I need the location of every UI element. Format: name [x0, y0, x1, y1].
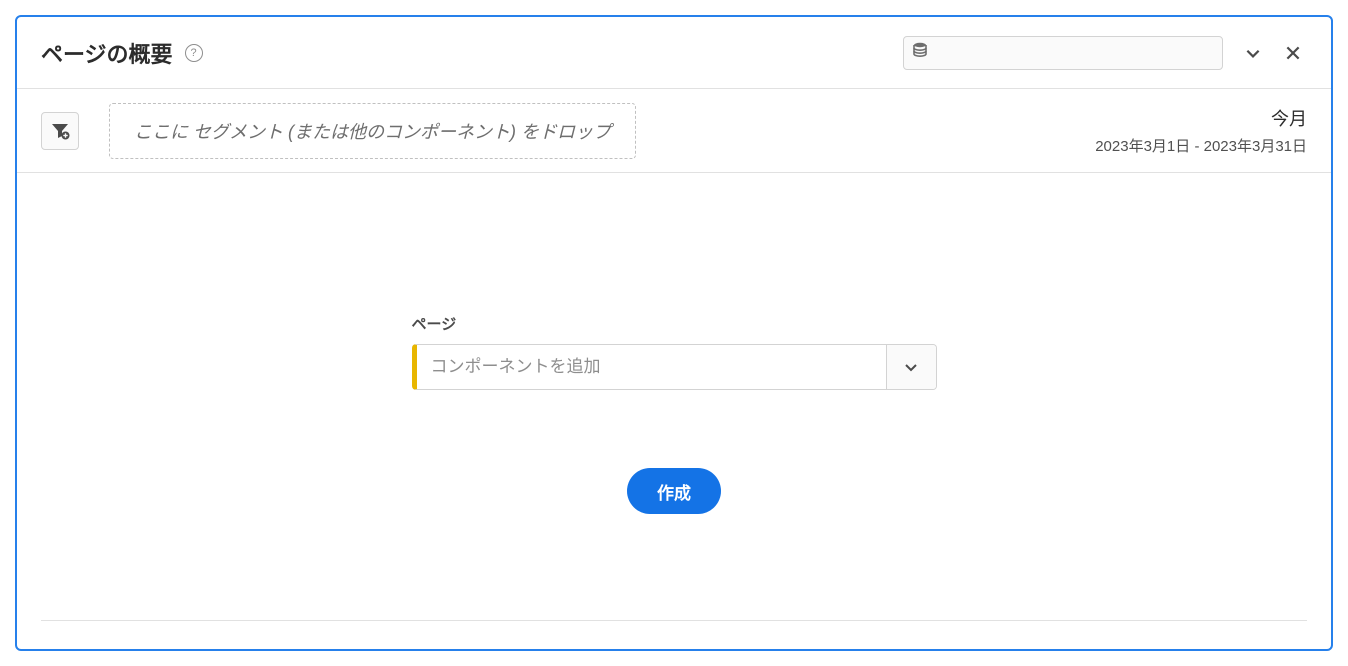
- date-label: 今月: [1095, 105, 1307, 131]
- page-field-row: ページ: [412, 313, 937, 390]
- chevron-down-icon: [903, 359, 919, 375]
- date-range-selector[interactable]: 今月 2023年3月1日 - 2023年3月31日: [1095, 105, 1307, 156]
- database-icon: [912, 42, 928, 63]
- toolbar: ここに セグメント (または他のコンポーネント) をドロップ 今月 2023年3…: [17, 89, 1331, 173]
- help-icon[interactable]: ?: [185, 44, 203, 62]
- panel-title: ページの概要: [41, 37, 173, 69]
- create-button[interactable]: 作成: [627, 468, 721, 514]
- bottom-divider: [41, 620, 1307, 621]
- collapse-button[interactable]: [1239, 39, 1267, 67]
- page-field-label: ページ: [412, 313, 937, 334]
- segment-drop-zone[interactable]: ここに セグメント (または他のコンポーネント) をドロップ: [109, 103, 636, 159]
- filter-add-icon: [50, 121, 70, 141]
- panel-header: ページの概要 ?: [17, 17, 1331, 89]
- component-combobox[interactable]: [412, 344, 937, 390]
- component-input[interactable]: [417, 345, 886, 389]
- summary-panel: ページの概要 ?: [15, 15, 1333, 651]
- date-range-text: 2023年3月1日 - 2023年3月31日: [1095, 135, 1307, 156]
- content-area: ページ 作成: [17, 173, 1331, 514]
- filter-button[interactable]: [41, 112, 79, 150]
- component-dropdown-button[interactable]: [886, 345, 936, 389]
- data-source-selector[interactable]: [903, 36, 1223, 70]
- close-button[interactable]: [1279, 39, 1307, 67]
